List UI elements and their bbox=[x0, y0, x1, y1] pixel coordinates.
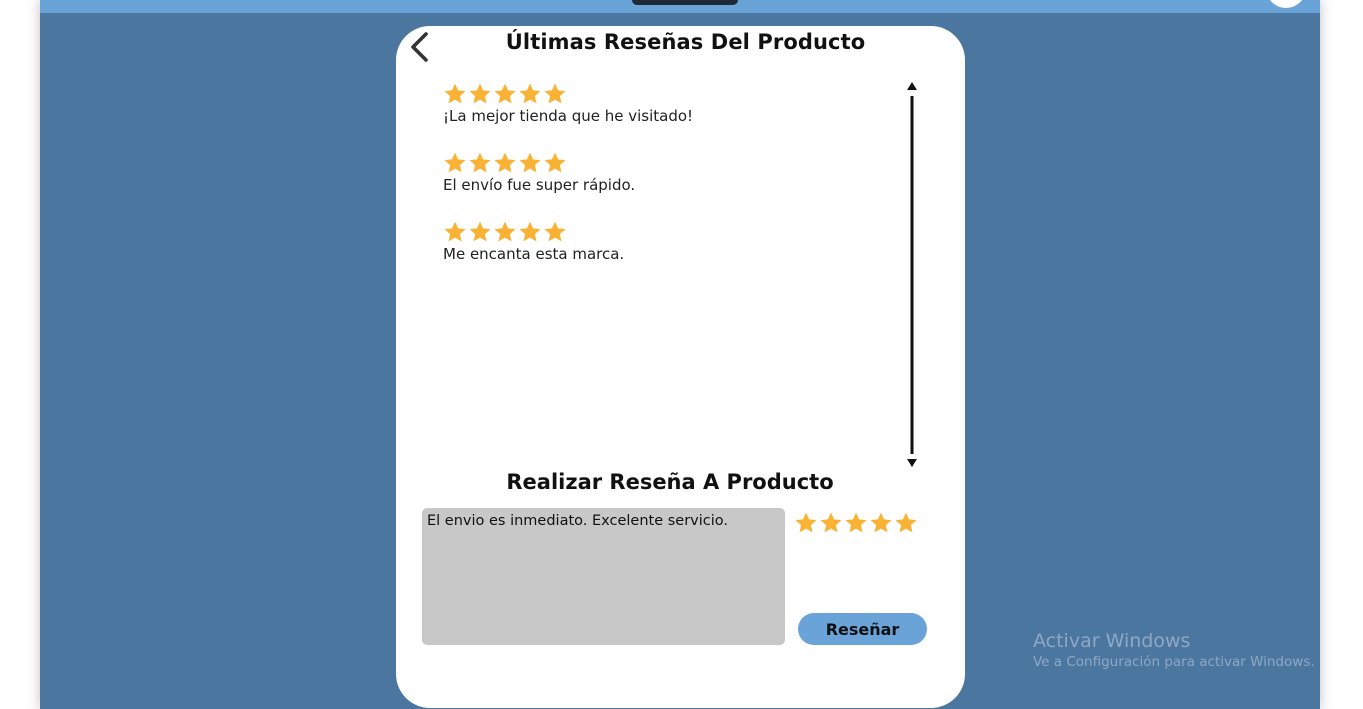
watermark-subtitle: Ve a Configuración para activar Windows. bbox=[1033, 654, 1315, 670]
page-title: Últimas Reseñas Del Producto bbox=[505, 30, 866, 54]
review-rating bbox=[443, 220, 624, 244]
scroll-up-arrow-icon bbox=[907, 82, 917, 90]
review-rating bbox=[443, 151, 635, 175]
star-icon bbox=[444, 83, 466, 104]
star-icon bbox=[494, 221, 516, 242]
scrollbar-track bbox=[910, 96, 914, 454]
star-icon bbox=[519, 83, 541, 104]
star-icon[interactable] bbox=[844, 511, 868, 535]
compose-title: Realizar Reseña A Producto bbox=[506, 470, 834, 494]
star-icon bbox=[544, 221, 566, 242]
reviews-scrollbar[interactable] bbox=[905, 82, 919, 468]
windows-activation-watermark: Activar Windows Ve a Configuración para … bbox=[1033, 630, 1315, 670]
star-icon[interactable] bbox=[819, 511, 843, 535]
star-icon bbox=[494, 152, 516, 173]
star-icon[interactable] bbox=[869, 511, 893, 535]
star-icon bbox=[544, 152, 566, 173]
star-icon[interactable] bbox=[794, 511, 818, 535]
star-icon bbox=[444, 221, 466, 242]
review-item: Me encanta esta marca. bbox=[443, 220, 624, 263]
review-rating bbox=[443, 82, 693, 106]
star-icon bbox=[469, 83, 491, 104]
star-icon bbox=[544, 83, 566, 104]
rating-selector[interactable] bbox=[794, 511, 918, 535]
star-icon bbox=[469, 152, 491, 173]
star-icon bbox=[444, 152, 466, 173]
star-icon bbox=[494, 83, 516, 104]
brand-logo bbox=[632, 0, 738, 5]
watermark-title: Activar Windows bbox=[1033, 630, 1191, 652]
review-text: ¡La mejor tienda que he visitado! bbox=[443, 107, 694, 125]
review-input[interactable]: El envio es inmediato. Excelente servici… bbox=[422, 508, 785, 645]
review-item: El envío fue super rápido. bbox=[443, 151, 635, 194]
scroll-down-arrow-icon bbox=[907, 459, 917, 467]
star-icon bbox=[469, 221, 491, 242]
star-icon bbox=[519, 221, 541, 242]
submit-review-button[interactable]: Reseñar bbox=[798, 613, 927, 645]
review-text: El envío fue super rápido. bbox=[443, 176, 636, 194]
review-text: Me encanta esta marca. bbox=[443, 245, 625, 263]
star-icon bbox=[519, 152, 541, 173]
review-item: ¡La mejor tienda que he visitado! bbox=[443, 82, 693, 125]
star-icon[interactable] bbox=[894, 511, 918, 535]
